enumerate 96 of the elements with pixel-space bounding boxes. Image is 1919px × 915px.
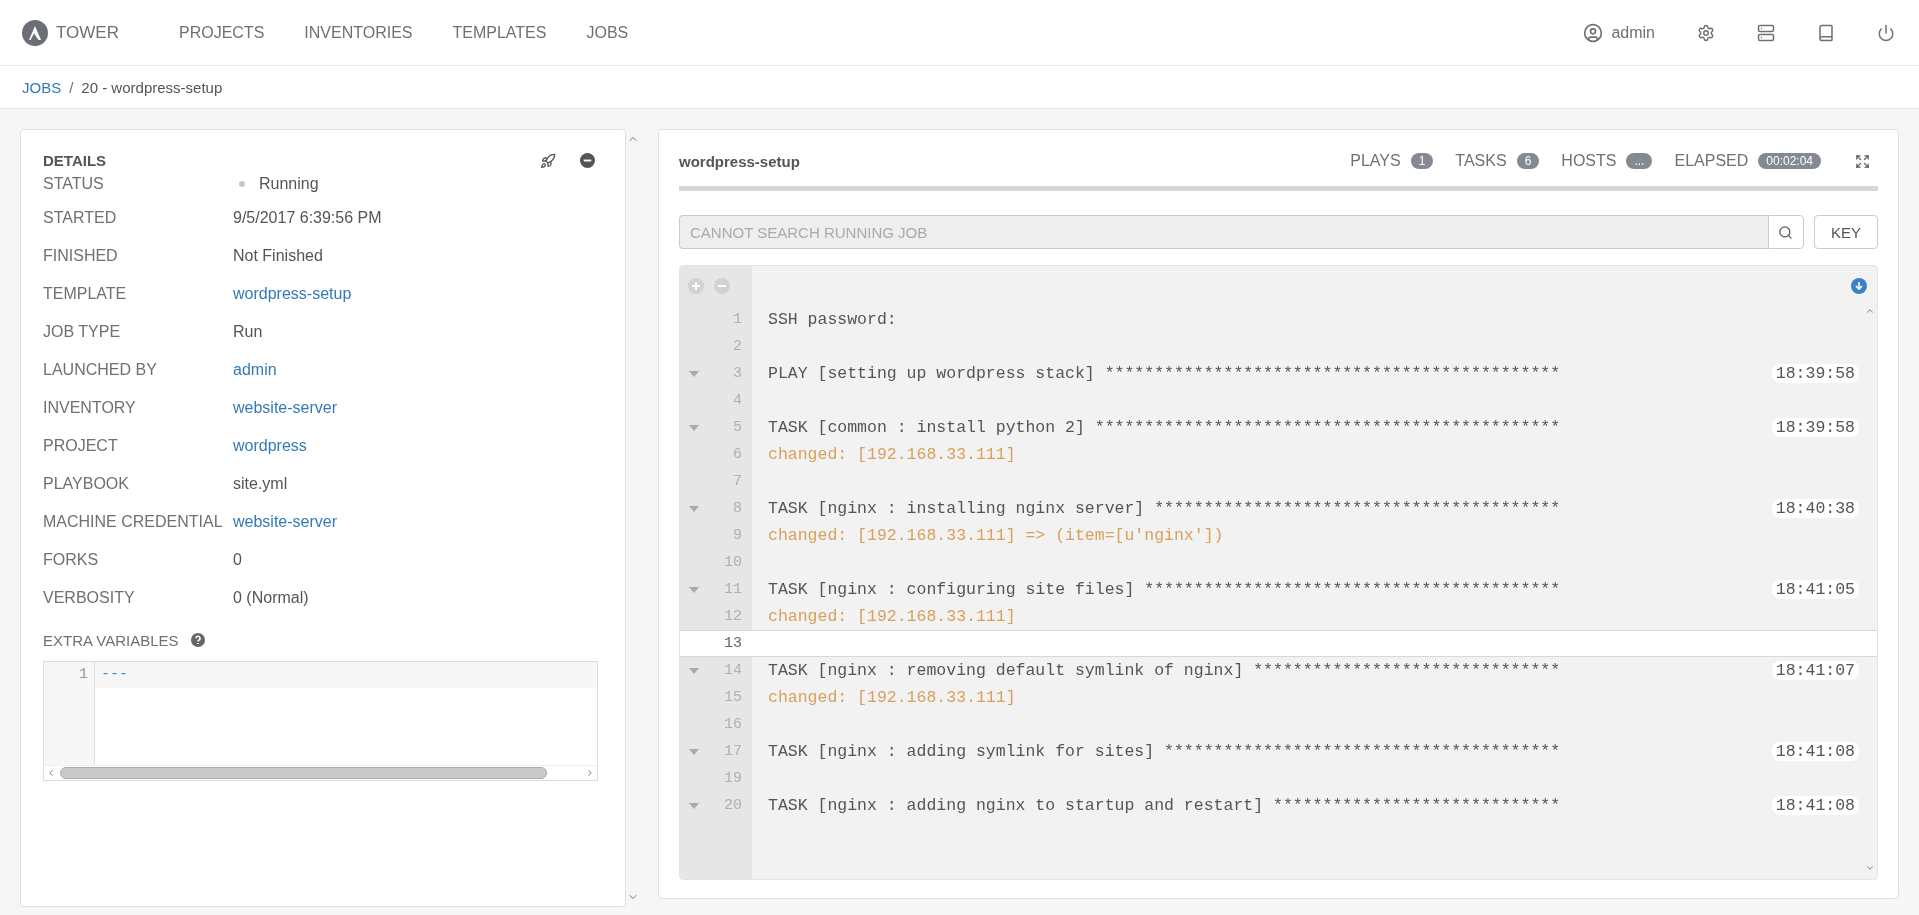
- field-link[interactable]: website-server: [233, 513, 338, 531]
- field-value: 0 (Normal): [233, 589, 309, 607]
- field-label: PROJECT: [43, 437, 119, 455]
- log-line: PLAY [setting up wordpress stack] **********************************************: [768, 364, 1561, 383]
- user-menu[interactable]: admin: [1583, 22, 1655, 43]
- cancel-icon[interactable]: [580, 152, 595, 168]
- field-link[interactable]: admin: [233, 361, 277, 379]
- field-label: VERBOSITY: [43, 589, 136, 607]
- settings-icon[interactable]: [1697, 23, 1715, 42]
- count-badge: 6: [1516, 153, 1540, 169]
- server-icon[interactable]: [1757, 23, 1775, 42]
- field-label: FORKS: [43, 551, 100, 569]
- status-dot: [239, 181, 245, 187]
- count-label: HOSTS: [1561, 152, 1617, 170]
- timestamp: 18:39:58: [1771, 418, 1859, 437]
- count-badge: 00:02:04: [1758, 153, 1821, 169]
- field-value: Run: [233, 323, 263, 341]
- line-number: 1: [78, 666, 88, 683]
- nav-link[interactable]: JOBS: [586, 23, 629, 42]
- panel-title: wordpress-setup: [679, 152, 800, 170]
- caret-icon[interactable]: [689, 424, 699, 431]
- log-line: TASK [nginx : installing nginx server] *****************************************: [768, 499, 1561, 518]
- field-value: site.yml: [233, 475, 288, 493]
- timestamp: 18:41:07: [1771, 661, 1859, 680]
- breadcrumb-link[interactable]: JOBS: [22, 78, 62, 96]
- scroll-up-icon[interactable]: [1865, 306, 1875, 316]
- expand-icon[interactable]: [1855, 153, 1870, 169]
- logo-icon: [22, 19, 48, 46]
- rocket-icon[interactable]: [540, 152, 556, 169]
- search-icon: [1778, 224, 1794, 240]
- field-link[interactable]: website-server: [233, 399, 338, 417]
- nav-link[interactable]: INVENTORIES: [304, 23, 413, 42]
- scroll-down-icon[interactable]: [1851, 278, 1867, 294]
- search-button[interactable]: [1768, 215, 1804, 249]
- log-line: TASK [common : install python 2] ***********************************************: [768, 418, 1561, 437]
- field-label: PLAYBOOK: [43, 475, 130, 493]
- log-line: changed: [192.168.33.111]: [768, 445, 1016, 464]
- breadcrumb-separator: /: [69, 78, 74, 96]
- field-label: LAUNCHED BY: [43, 361, 158, 379]
- log-line: TASK [nginx : removing default symlink of nginx] *******************************: [768, 661, 1561, 680]
- caret-icon[interactable]: [689, 667, 699, 674]
- scroll-left-icon[interactable]: [46, 768, 56, 778]
- field-value: 0: [233, 551, 242, 569]
- field-link[interactable]: wordpress-setup: [233, 285, 352, 303]
- field-label: STATUS: [43, 175, 105, 193]
- count-badge: ...: [1626, 153, 1653, 169]
- log-line: changed: [192.168.33.111]: [768, 607, 1016, 626]
- timestamp: 18:41:08: [1771, 796, 1859, 815]
- line-number: 13: [723, 635, 742, 652]
- field-label: TEMPLATE: [43, 285, 128, 303]
- book-icon[interactable]: [1817, 23, 1835, 42]
- plus-icon: [691, 281, 701, 291]
- scroll-down-icon[interactable]: [1865, 863, 1875, 873]
- key-button[interactable]: KEY: [1814, 215, 1878, 249]
- field-label: EXTRA VARIABLES: [43, 631, 179, 649]
- count-label: TASKS: [1455, 152, 1507, 170]
- field-label: JOB TYPE: [43, 323, 122, 341]
- nav-link[interactable]: TEMPLATES: [452, 23, 547, 42]
- field-label: FINISHED: [43, 247, 119, 265]
- breadcrumb-current: 20 - wordpress-setup: [81, 78, 223, 96]
- horizontal-scrollbar[interactable]: [44, 765, 597, 780]
- brand-name: TOWER: [56, 22, 119, 43]
- log-line: SSH password:: [768, 310, 897, 329]
- scroll-right-icon[interactable]: [585, 768, 595, 778]
- log-line: TASK [nginx : adding symlink for sites] ****************************************: [768, 742, 1561, 761]
- timestamp: 18:39:58: [1771, 364, 1859, 383]
- expand-all-button[interactable]: [688, 278, 704, 294]
- log-line: TASK [nginx : configuring site files] ******************************************: [768, 580, 1561, 599]
- count-label: PLAYS: [1350, 152, 1401, 170]
- field-label: INVENTORY: [43, 399, 137, 417]
- field-value: Not Finished: [233, 247, 323, 265]
- count-badge: 1: [1410, 153, 1434, 169]
- collapse-all-button[interactable]: [714, 278, 730, 294]
- code-editor[interactable]: 1 ---: [43, 661, 598, 781]
- timestamp: 18:41:05: [1771, 580, 1859, 599]
- user-icon: [1583, 22, 1604, 43]
- panel-title: DETAILS: [43, 152, 107, 169]
- caret-icon[interactable]: [689, 802, 699, 809]
- caret-icon[interactable]: [689, 748, 699, 755]
- timestamp: 18:41:08: [1771, 742, 1859, 761]
- power-icon[interactable]: [1877, 23, 1895, 42]
- field-label: STARTED: [43, 209, 118, 227]
- field-value: Running: [259, 175, 319, 193]
- log-line: changed: [192.168.33.111] => (item=[u'nginx']): [768, 526, 1224, 545]
- count-label: ELAPSED: [1674, 152, 1749, 170]
- nav-link[interactable]: PROJECTS: [178, 23, 265, 42]
- caret-icon[interactable]: [689, 370, 699, 377]
- field-link[interactable]: wordpress: [233, 437, 307, 455]
- field-label: MACHINE CREDENTIAL: [43, 513, 224, 531]
- timestamp: 18:40:38: [1771, 499, 1859, 518]
- help-icon[interactable]: [190, 633, 205, 647]
- caret-icon[interactable]: [689, 505, 699, 512]
- log-line: TASK [nginx : adding nginx to startup and restart] *****************************: [768, 796, 1561, 815]
- field-value: 9/5/2017 6:39:56 PM: [233, 209, 382, 227]
- log-line: changed: [192.168.33.111]: [768, 688, 1016, 707]
- caret-icon[interactable]: [689, 586, 699, 593]
